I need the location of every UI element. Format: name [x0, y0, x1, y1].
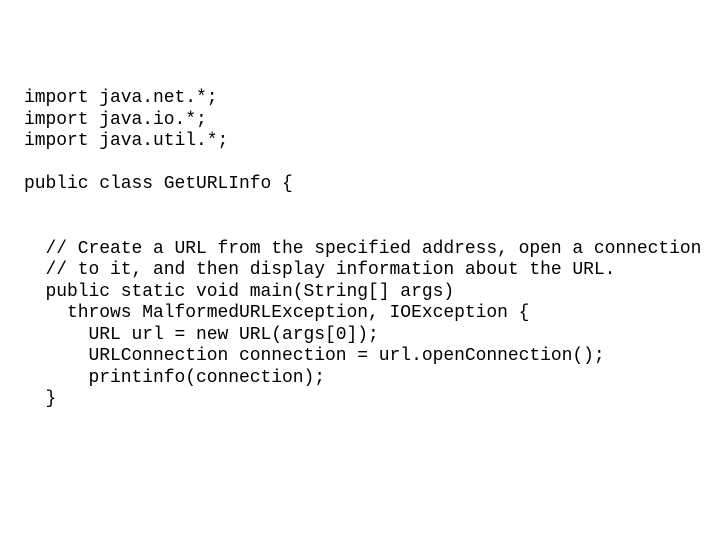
code-line: URLConnection connection = url.openConne… [24, 346, 605, 366]
code-line: public static void main(String[] args) [24, 281, 455, 302]
code-line: URL url = new URL(args[0]); [24, 324, 379, 345]
code-line: } [24, 389, 57, 409]
code-line: throws MalformedURLException, IOExceptio… [24, 303, 530, 323]
code-line: public class GetURLInfo { [24, 174, 293, 194]
java-code-listing: import java.net.*; import java.io.*; impor… [24, 88, 720, 411]
slide-canvas: import java.net.*; import java.io.*; impor… [0, 0, 720, 540]
code-line: import java.util.*; [24, 131, 229, 151]
code-line: import java.net.*; [24, 88, 218, 108]
code-line: printinfo(connection); [24, 367, 326, 388]
code-line: import java.io.*; [24, 109, 207, 130]
code-line: // Create a URL from the specified addre… [24, 238, 702, 259]
code-line: // to it, and then display information a… [24, 260, 616, 280]
